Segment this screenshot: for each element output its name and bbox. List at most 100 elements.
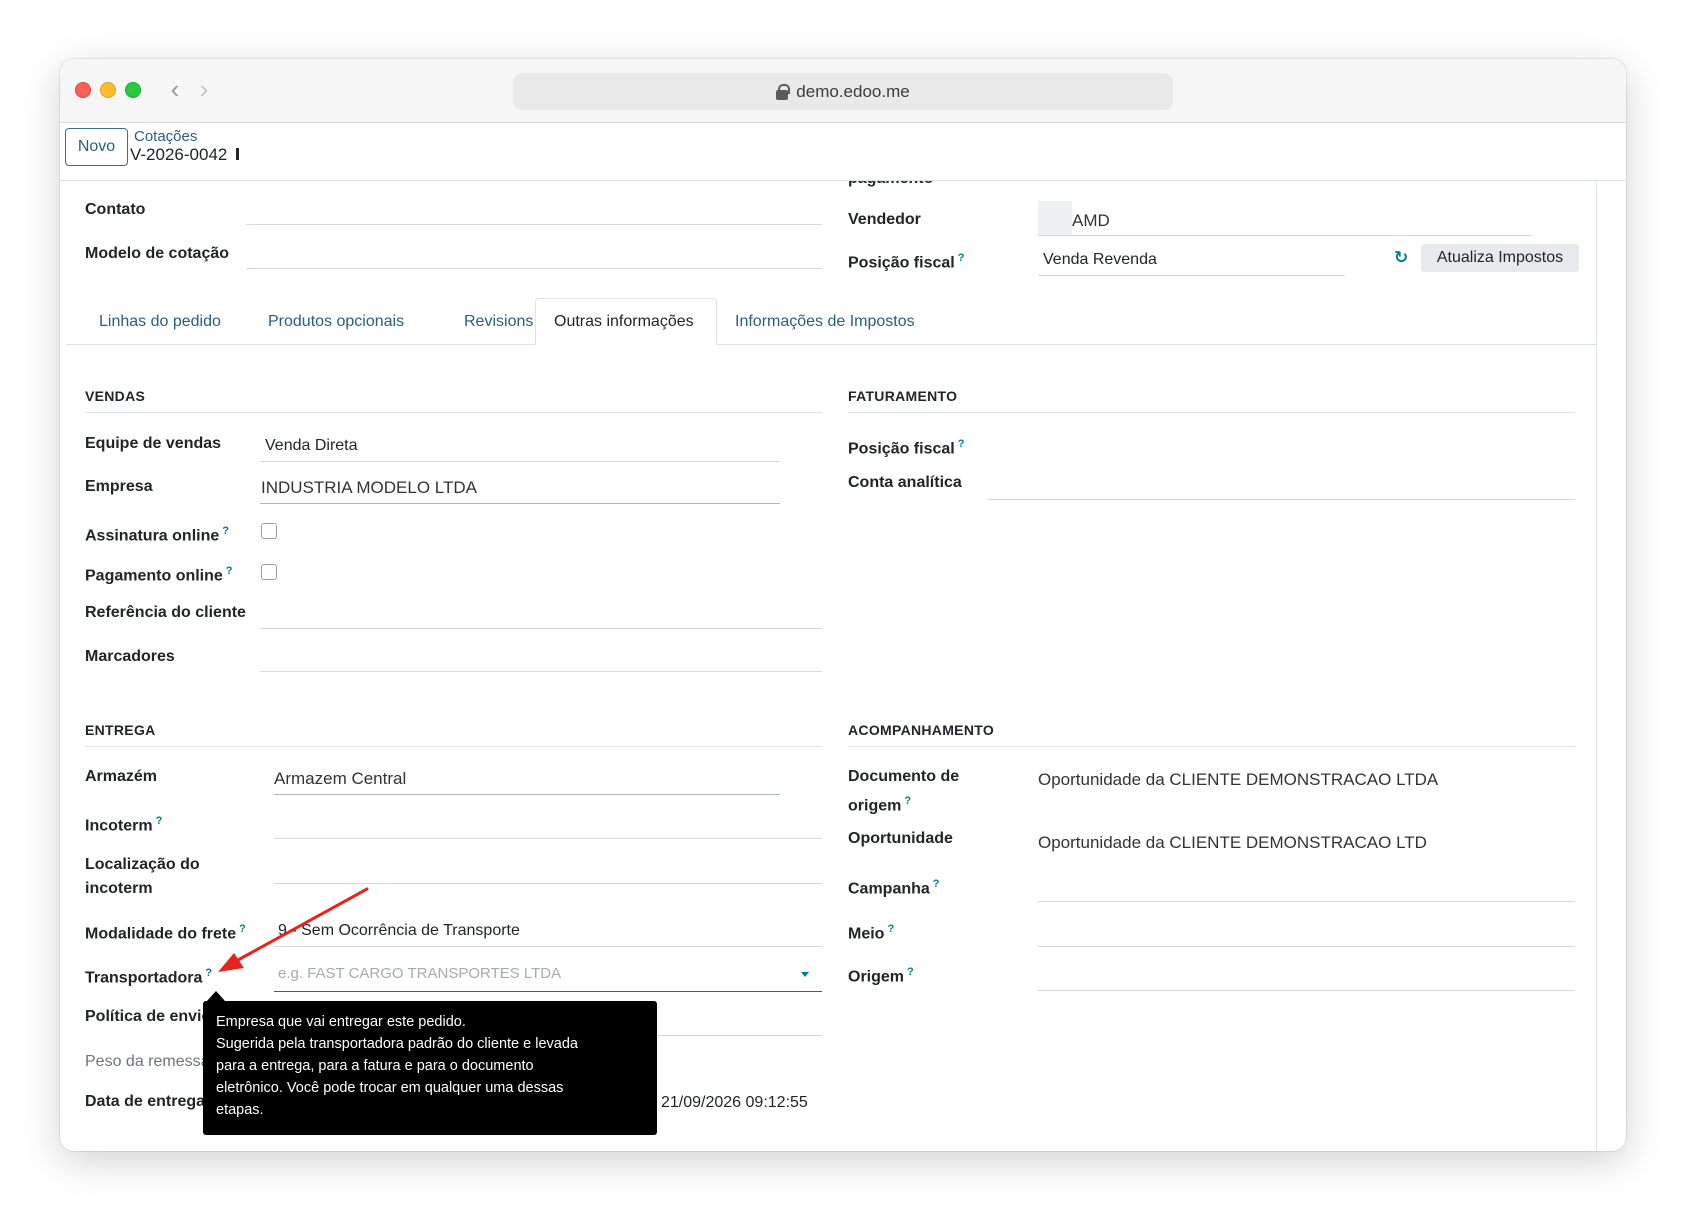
conta-analitica-label: Conta analítica [848, 474, 962, 491]
chevron-right-icon[interactable]: › [191, 75, 217, 105]
tab-outras-informacoes[interactable]: Outras informações [535, 298, 717, 345]
help-icon[interactable]: ? [156, 815, 163, 827]
empresa-value[interactable]: INDUSTRIA MODELO LTDA [261, 477, 477, 499]
equipe-vendas-label: Equipe de vendas [85, 435, 222, 452]
url-text: demo.edoo.me [796, 81, 910, 101]
chevron-down-icon[interactable] [801, 972, 809, 977]
pagamento-online-label: Pagamento online? [85, 565, 233, 585]
oportunidade-label: Oportunidade [848, 830, 953, 847]
campanha-label: Campanha? [848, 878, 940, 898]
empresa-underline [260, 503, 780, 504]
incoterm-label: Incoterm? [85, 815, 163, 835]
armazem-label: Armazém [85, 768, 158, 785]
data-entrega-value: 21/09/2026 09:12:55 [661, 1094, 808, 1111]
armazem-value[interactable]: Armazem Central [274, 768, 406, 790]
help-icon[interactable]: ? [239, 923, 246, 935]
modalidade-frete-label: Modalidade do frete? [85, 923, 246, 943]
maximize-window-button[interactable] [125, 82, 141, 98]
pagamento-online-checkbox[interactable] [261, 564, 277, 580]
referencia-cliente-input[interactable] [260, 628, 822, 629]
empresa-label: Empresa [85, 478, 153, 495]
assinatura-online-checkbox[interactable] [261, 523, 277, 539]
tooltip-line: Sugerida pela transportadora padrão do c… [216, 1036, 578, 1052]
help-tooltip: Empresa que vai entregar este pedido. Su… [203, 1001, 657, 1135]
chevron-left-icon[interactable]: ‹ [162, 75, 188, 105]
transportadora-underline [274, 991, 822, 992]
help-icon[interactable]: ? [222, 525, 229, 537]
tooltip-arrow [207, 991, 225, 1001]
payment-terms-label-partial: pagamento [848, 181, 933, 191]
faturamento-posicao-fiscal-label: Posição fiscal? [848, 438, 965, 458]
help-icon[interactable]: ? [958, 252, 965, 264]
equipe-vendas-value[interactable]: Venda Direta [265, 435, 358, 457]
tooltip-line: etapas. [216, 1102, 264, 1118]
transportadora-label: Transportadora? [85, 967, 213, 987]
tooltip-line: Empresa que vai entregar este pedido. [216, 1014, 466, 1030]
tab-informacoes-impostos[interactable]: Informações de Impostos [717, 298, 933, 345]
vendedor-underline [1038, 235, 1532, 236]
tab-produtos-opcionais[interactable]: Produtos opcionais [250, 298, 422, 345]
tooltip-line: para a entrega, para a fatura e para o d… [216, 1058, 534, 1074]
campanha-input[interactable] [1038, 901, 1575, 902]
transportadora-input[interactable]: e.g. FAST CARGO TRANSPORTES LTDA [278, 965, 561, 982]
new-record-button[interactable]: Novo [65, 128, 128, 166]
modalidade-frete-value[interactable]: 9 - Sem Ocorrência de Transporte [278, 920, 520, 942]
localizacao-incoterm-label-2: incoterm [85, 880, 153, 897]
modalidade-frete-underline [274, 946, 822, 947]
incoterm-input[interactable] [274, 838, 822, 839]
meio-label: Meio? [848, 923, 895, 943]
marcadores-input[interactable] [260, 671, 822, 672]
modelo-cotacao-input[interactable] [246, 268, 822, 269]
contato-input[interactable] [246, 224, 822, 225]
vendedor-label: Vendedor [848, 211, 921, 228]
documento-origem-value: Oportunidade da CLIENTE DEMONSTRACAO LTD… [1038, 770, 1439, 789]
meio-input[interactable] [1038, 946, 1575, 947]
help-icon[interactable]: ? [226, 565, 233, 577]
breadcrumb-parent-link[interactable]: Cotações [134, 128, 197, 145]
breadcrumb-current: V-2026-0042 [130, 145, 228, 164]
origem-input[interactable] [1038, 990, 1575, 991]
equipe-vendas-underline [260, 461, 780, 462]
marcadores-label: Marcadores [85, 648, 175, 665]
acompanhamento-section-line [848, 746, 1575, 747]
help-icon[interactable]: ? [907, 966, 914, 978]
close-window-button[interactable] [75, 82, 91, 98]
oportunidade-value[interactable]: Oportunidade da CLIENTE DEMONSTRACAO LTD [1038, 832, 1427, 854]
localizacao-incoterm-label-1: Localização do [85, 856, 200, 873]
data-entrega-label: Data de entrega [85, 1093, 206, 1110]
peso-remessa-label: Peso da remessa [85, 1053, 210, 1070]
referencia-cliente-label: Referência do cliente [85, 604, 246, 621]
conta-analitica-input[interactable] [987, 499, 1575, 500]
minimize-window-button[interactable] [100, 82, 116, 98]
localizacao-incoterm-input[interactable] [274, 883, 822, 884]
avatar [1038, 201, 1072, 235]
vendedor-value[interactable]: AMD [1072, 210, 1110, 232]
text-cursor-marker [236, 148, 239, 160]
armazem-underline [274, 794, 780, 795]
refresh-icon[interactable]: ↻ [1394, 248, 1408, 268]
vendas-section-line [85, 412, 822, 413]
help-icon[interactable]: ? [904, 795, 911, 807]
origem-label: Origem? [848, 966, 914, 986]
modelo-cotacao-label: Modelo de cotação [85, 245, 230, 262]
address-bar[interactable]: demo.edoo.me [513, 73, 1173, 110]
help-icon[interactable]: ? [933, 878, 940, 890]
update-taxes-button[interactable]: Atualiza Impostos [1421, 244, 1579, 272]
documento-origem-label-2: origem? [848, 795, 912, 815]
posicao-fiscal-underline [1038, 275, 1345, 276]
help-icon[interactable]: ? [958, 438, 965, 450]
faturamento-section-line [848, 412, 1575, 413]
assinatura-online-label: Assinatura online? [85, 525, 229, 545]
faturamento-section-title: FATURAMENTO [848, 388, 958, 404]
documento-origem-label-1: Documento de [848, 768, 960, 785]
control-panel: Novo Cotações V-2026-0042 [60, 123, 1626, 181]
help-icon[interactable]: ? [205, 967, 212, 979]
entrega-section-line [85, 746, 822, 747]
entrega-section-title: ENTREGA [85, 722, 156, 738]
vendas-section-title: VENDAS [85, 388, 146, 404]
acompanhamento-section-title: ACOMPANHAMENTO [848, 722, 995, 738]
politica-envio-label: Política de envio [85, 1008, 212, 1025]
posicao-fiscal-value[interactable]: Venda Revenda [1043, 249, 1157, 271]
help-icon[interactable]: ? [887, 923, 894, 935]
tab-linhas-pedido[interactable]: Linhas do pedido [81, 298, 239, 345]
